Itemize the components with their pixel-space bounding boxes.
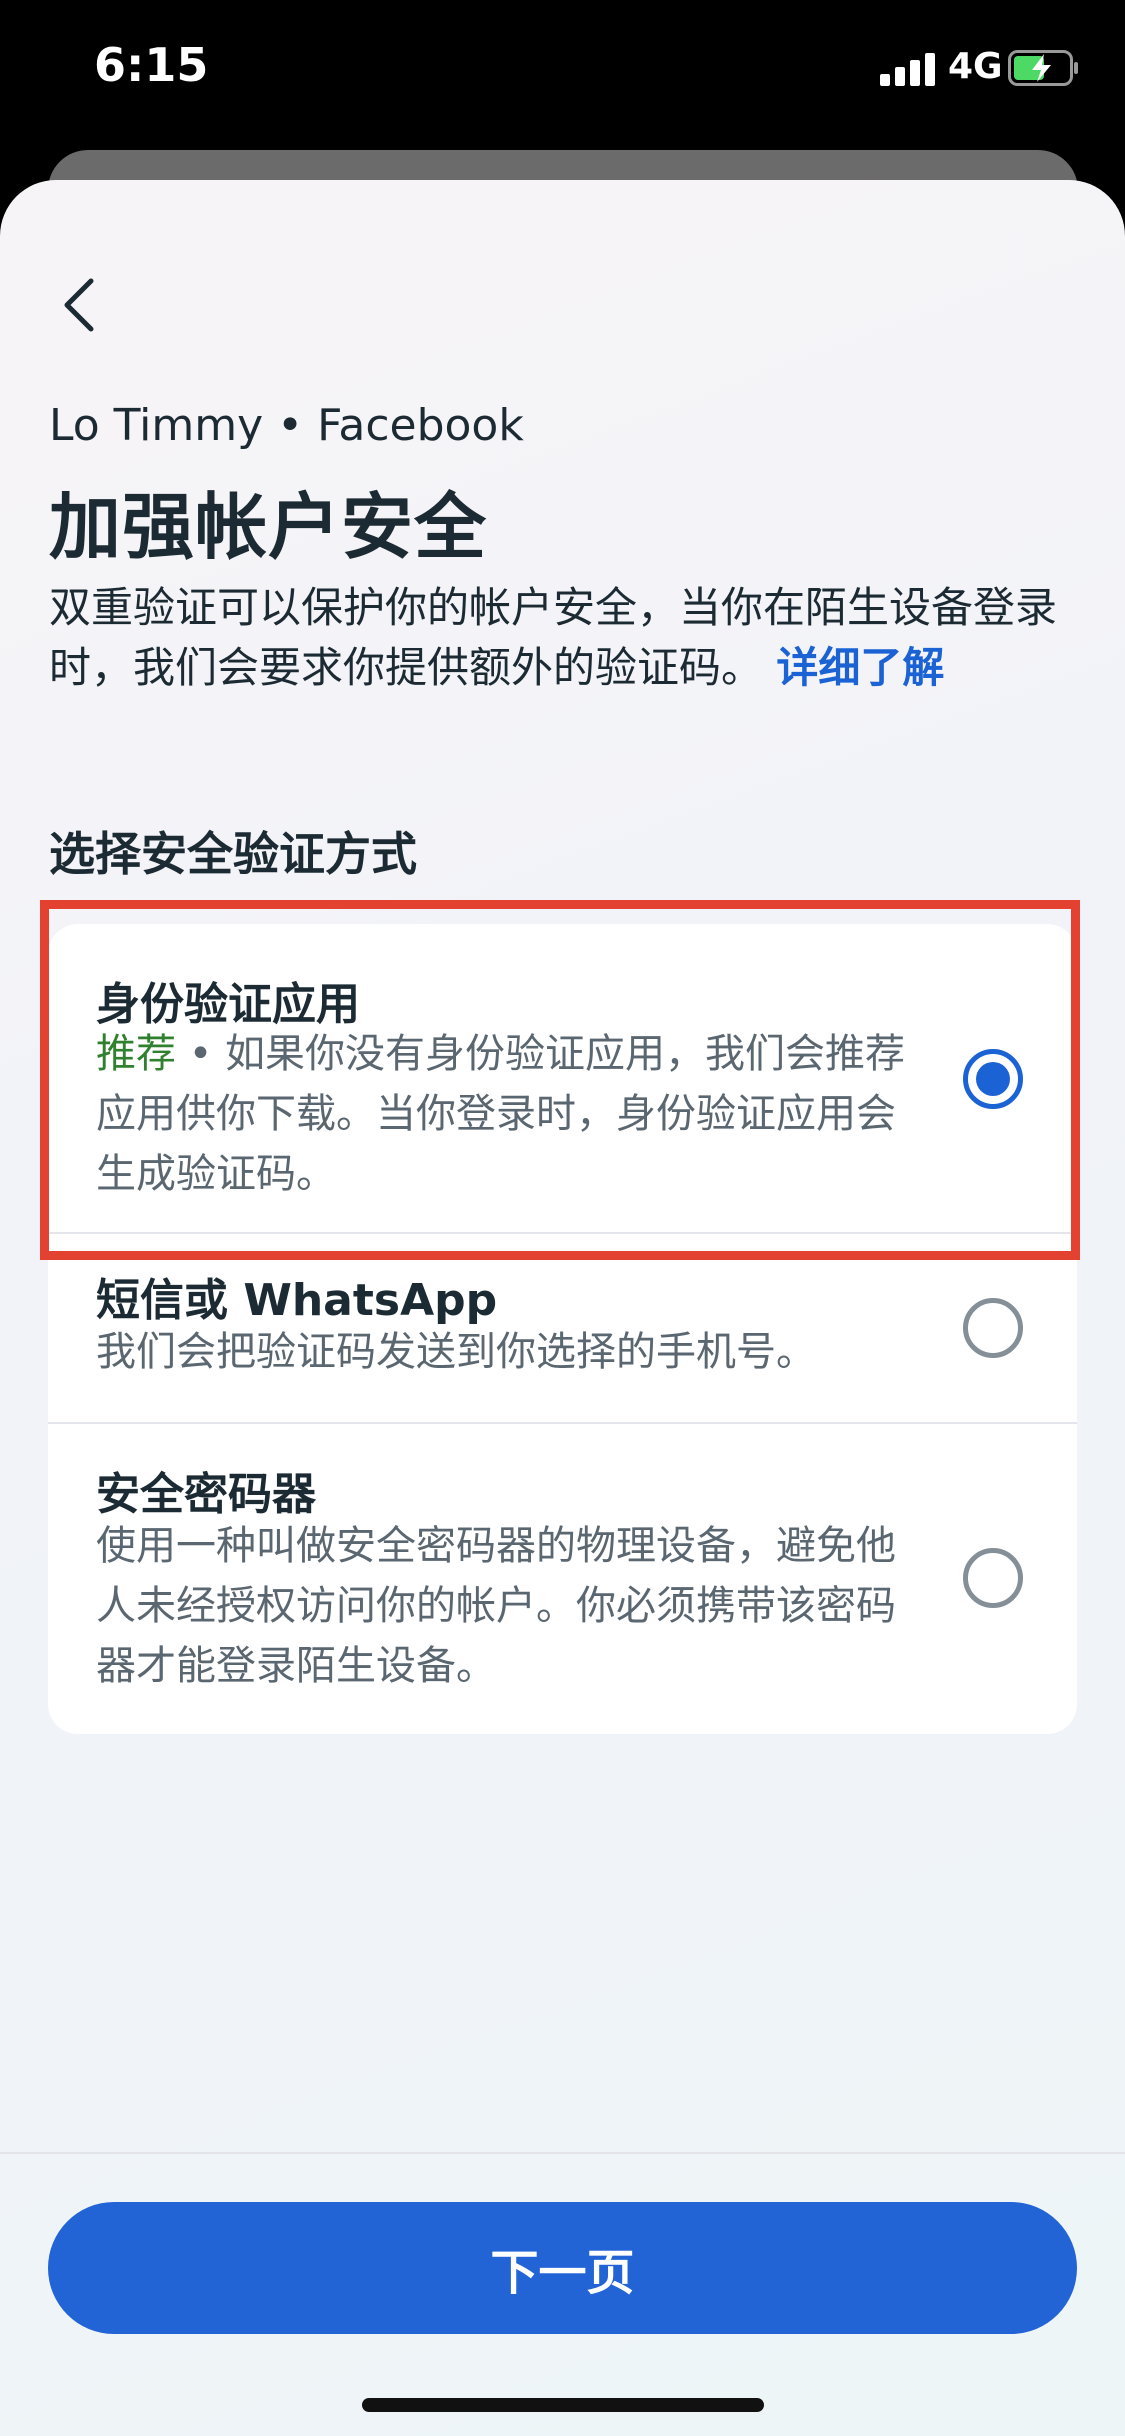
learn-more-link[interactable]: 详细了解 xyxy=(776,643,944,692)
account-line: Lo Timmy • Facebook xyxy=(49,400,524,451)
option-title: 短信或 WhatsApp xyxy=(96,1275,498,1326)
status-bar: 6:15 4G xyxy=(0,0,1125,140)
back-button[interactable] xyxy=(44,270,114,340)
recommended-badge: 推荐 xyxy=(96,1031,176,1077)
option-security-key[interactable]: 安全密码器 使用一种叫做安全密码器的物理设备，避免他人未经授权访问你的帐户。你必… xyxy=(48,1424,1077,1734)
chevron-left-icon xyxy=(64,278,94,332)
status-time: 6:15 xyxy=(94,38,209,92)
page-title: 加强帐户安全 xyxy=(49,485,488,569)
footer-divider xyxy=(0,2152,1125,2154)
option-description: 我们会把验证码发送到你选择的手机号。 xyxy=(96,1329,816,1375)
network-label: 4G xyxy=(948,46,1003,87)
battery-charging-icon xyxy=(1008,50,1078,86)
option-title: 身份验证应用 xyxy=(96,979,360,1030)
two-factor-sheet: Lo Timmy • Facebook 加强帐户安全 双重验证可以保护你的帐户安… xyxy=(0,180,1125,2436)
options-card: 身份验证应用 推荐 • 如果你没有身份验证应用，我们会推荐应用供你下载。当你登录… xyxy=(48,924,1077,1734)
section-heading: 选择安全验证方式 xyxy=(49,827,417,881)
radio-sms-whatsapp[interactable] xyxy=(963,1298,1023,1358)
radio-authenticator-app[interactable] xyxy=(963,1049,1023,1109)
next-button[interactable]: 下一页 xyxy=(48,2202,1077,2334)
option-authenticator-app[interactable]: 身份验证应用 推荐 • 如果你没有身份验证应用，我们会推荐应用供你下载。当你登录… xyxy=(48,924,1077,1234)
home-indicator xyxy=(362,2398,764,2412)
option-description: 使用一种叫做安全密码器的物理设备，避免他人未经授权访问你的帐户。你必须携带该密码… xyxy=(96,1523,896,1689)
option-description: 推荐 • 如果你没有身份验证应用，我们会推荐应用供你下载。当你登录时，身份验证应… xyxy=(96,1024,916,1204)
radio-security-key[interactable] xyxy=(963,1548,1023,1608)
separator-dot: • xyxy=(176,1031,226,1077)
option-sms-whatsapp[interactable]: 短信或 WhatsApp 我们会把验证码发送到你选择的手机号。 xyxy=(48,1234,1077,1424)
signal-icon xyxy=(880,52,935,86)
intro-text: 双重验证可以保护你的帐户安全，当你在陌生设备登录时，我们会要求你提供额外的验证码… xyxy=(49,578,1079,698)
option-title: 安全密码器 xyxy=(96,1469,316,1520)
